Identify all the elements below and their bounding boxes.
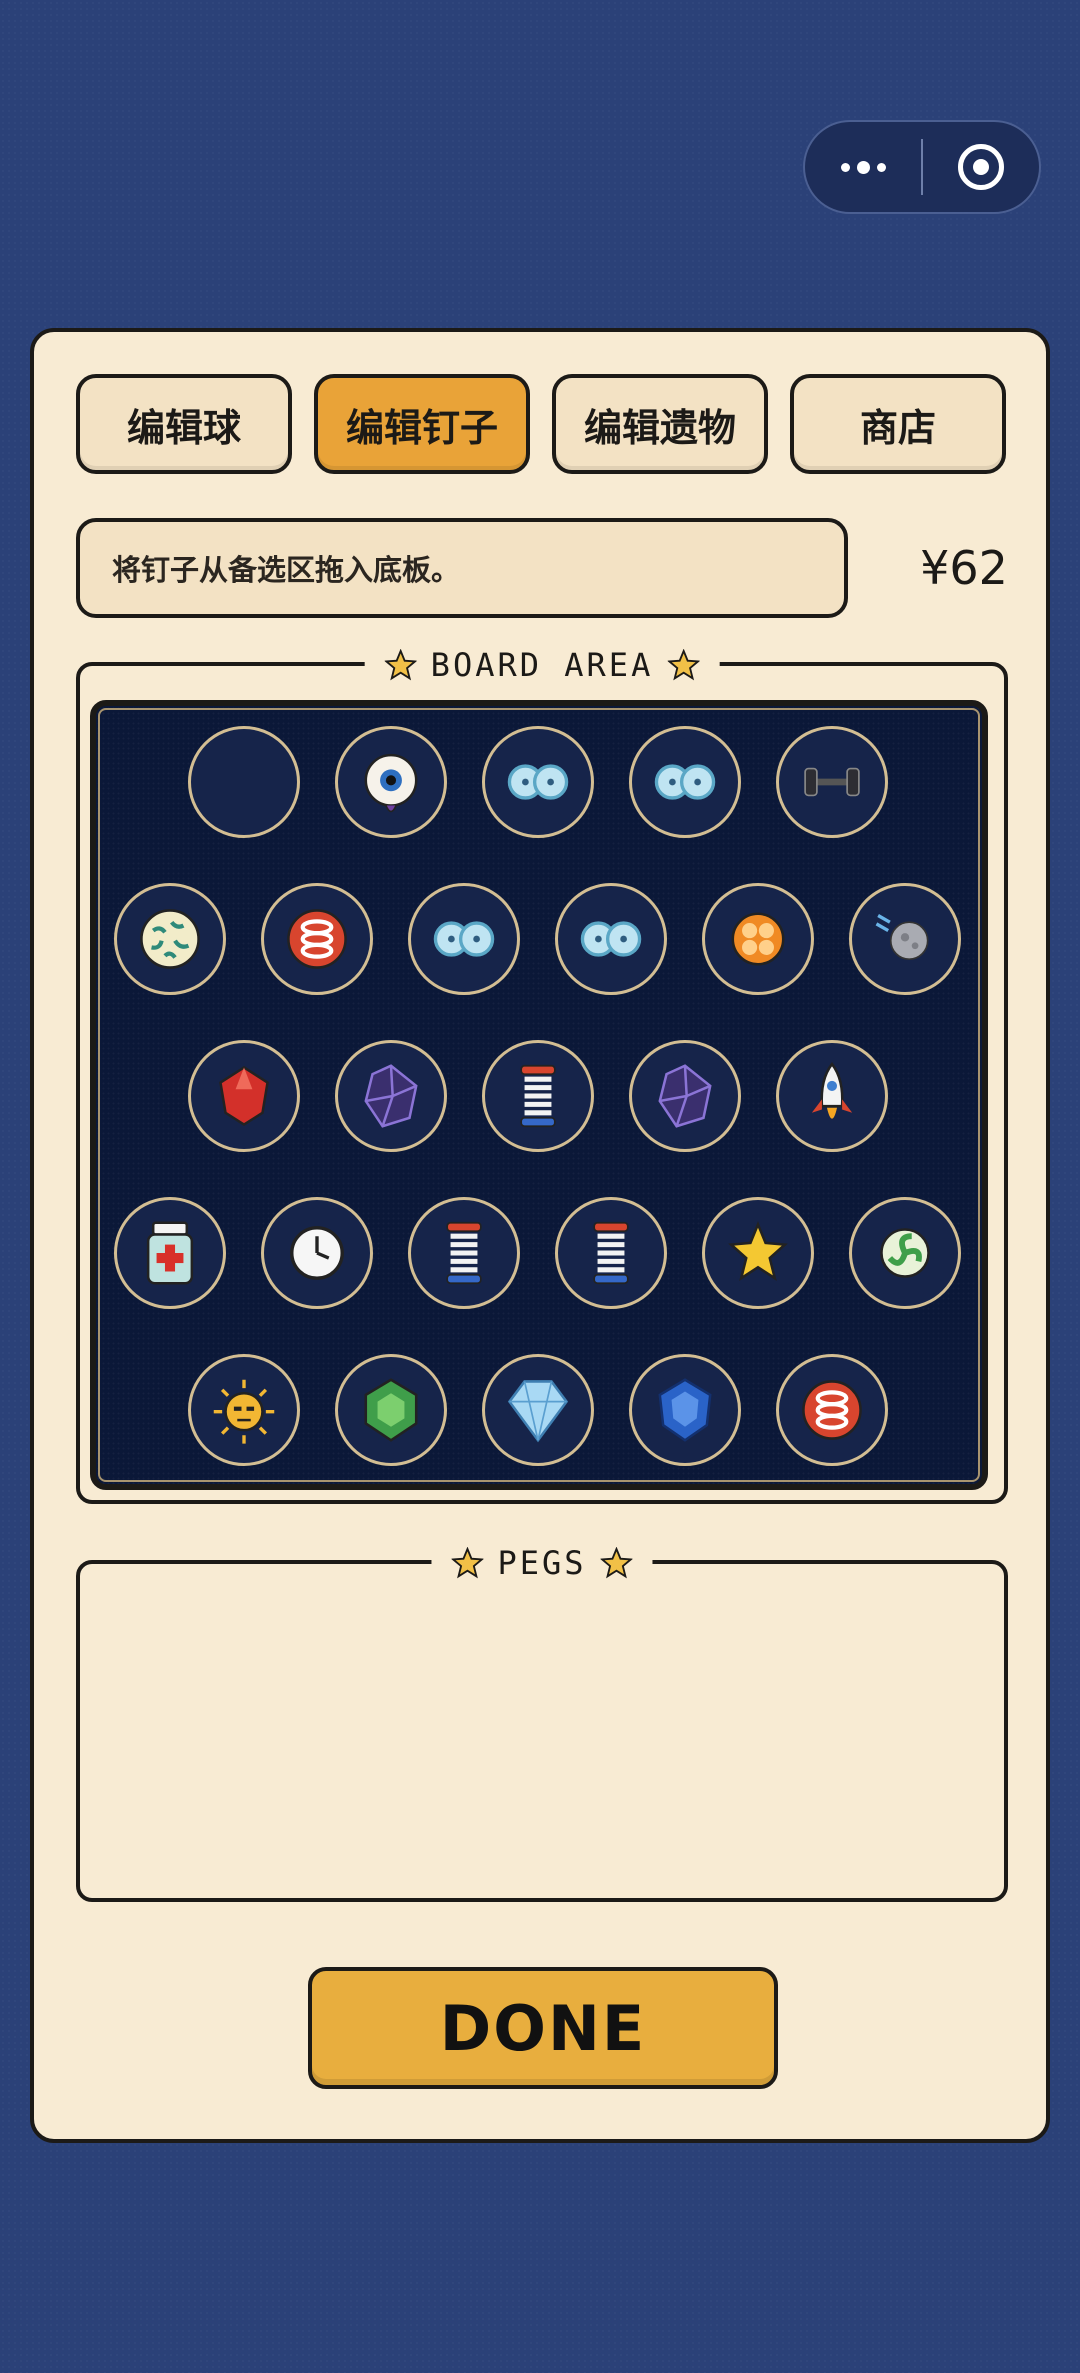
board-peg[interactable]	[482, 1354, 594, 1466]
green-gem-icon	[364, 1378, 418, 1442]
blue-sapphire-icon	[658, 1378, 712, 1442]
board-peg[interactable]	[482, 1040, 594, 1152]
red-spring-coil-icon	[802, 1380, 862, 1440]
board-peg[interactable]	[776, 1354, 888, 1466]
twin-bubble-icon	[507, 764, 569, 800]
board-peg[interactable]	[335, 1040, 447, 1152]
tab-edit-ball[interactable]: 编辑球	[76, 374, 292, 474]
board-peg[interactable]	[114, 1197, 226, 1309]
more-button[interactable]	[805, 122, 921, 212]
red-gem-icon	[219, 1065, 269, 1127]
board-peg[interactable]	[188, 1040, 300, 1152]
done-button[interactable]: DONE	[308, 1967, 778, 2089]
rocket-icon	[811, 1062, 853, 1119]
board-peg[interactable]	[555, 883, 667, 995]
mini-program-capsule	[803, 120, 1041, 214]
instruction-label: 将钉子从备选区拖入底板。	[112, 553, 461, 587]
board-peg[interactable]	[629, 726, 741, 838]
star-icon	[451, 1547, 484, 1579]
orange-clover-icon	[731, 912, 785, 966]
spring-stack-icon	[520, 1064, 556, 1128]
red-spring-coil-icon	[287, 909, 347, 969]
board-peg[interactable]	[408, 883, 520, 995]
tab-edit-pegs[interactable]: 编辑钉子	[314, 374, 530, 474]
star-icon	[600, 1547, 633, 1579]
eyeball-icon	[364, 753, 418, 813]
close-button[interactable]	[923, 122, 1039, 212]
tab-edit-relics[interactable]: 编辑遗物	[552, 374, 768, 474]
board-peg[interactable]	[776, 726, 888, 838]
spring-stack-icon	[593, 1221, 629, 1285]
moon-icon	[875, 914, 929, 960]
sun-face-icon	[213, 1379, 275, 1444]
coral-pattern-icon	[140, 909, 200, 969]
purple-crystal-icon	[658, 1064, 712, 1128]
board-area-frame: BOARD AREA	[76, 638, 1008, 1504]
board-peg[interactable]	[261, 883, 373, 995]
board-peg[interactable]	[849, 883, 961, 995]
board-peg[interactable]	[261, 1197, 373, 1309]
board-peg[interactable]	[335, 726, 447, 838]
spring-stack-icon	[446, 1221, 482, 1285]
money-counter: ¥62	[920, 541, 1008, 595]
board-peg[interactable]	[702, 883, 814, 995]
twin-bubble-icon	[580, 921, 642, 957]
clock-icon	[290, 1226, 344, 1280]
blue-diamond-icon	[507, 1380, 569, 1443]
star-icon	[728, 1221, 788, 1282]
board-peg[interactable]	[629, 1040, 741, 1152]
board-slot-empty[interactable]	[188, 726, 300, 838]
star-icon	[667, 649, 700, 681]
board-area-header: BOARD AREA	[364, 638, 720, 692]
board-peg[interactable]	[335, 1354, 447, 1466]
board-area-title: BOARD AREA	[430, 646, 654, 684]
purple-crystal-icon	[364, 1064, 418, 1128]
instruction-text: 将钉子从备选区拖入底板。	[76, 518, 848, 618]
board-peg[interactable]	[702, 1197, 814, 1309]
tab-shop[interactable]: 商店	[790, 374, 1006, 474]
board[interactable]	[90, 700, 988, 1490]
twin-bubble-icon	[433, 921, 495, 957]
board-peg[interactable]	[629, 1354, 741, 1466]
green-swirl-icon	[880, 1228, 930, 1278]
pegs-title: PEGS	[497, 1544, 587, 1582]
star-icon	[384, 649, 417, 681]
board-peg[interactable]	[188, 1354, 300, 1466]
target-circle-icon	[958, 144, 1004, 190]
board-peg[interactable]	[482, 726, 594, 838]
twin-bubble-icon	[654, 764, 716, 800]
board-peg[interactable]	[776, 1040, 888, 1152]
board-peg[interactable]	[849, 1197, 961, 1309]
editor-panel: 编辑球 编辑钉子 编辑遗物 商店 将钉子从备选区拖入底板。 ¥62 BOARD …	[30, 328, 1050, 2143]
dumbbell-icon	[804, 767, 860, 797]
board-peg[interactable]	[408, 1197, 520, 1309]
more-dots-icon	[840, 160, 886, 174]
pegs-header: PEGS	[431, 1536, 653, 1590]
medicine-bottle-icon	[146, 1221, 194, 1285]
board-peg[interactable]	[555, 1197, 667, 1309]
pegs-frame: PEGS	[76, 1536, 1008, 1902]
board-peg[interactable]	[114, 883, 226, 995]
